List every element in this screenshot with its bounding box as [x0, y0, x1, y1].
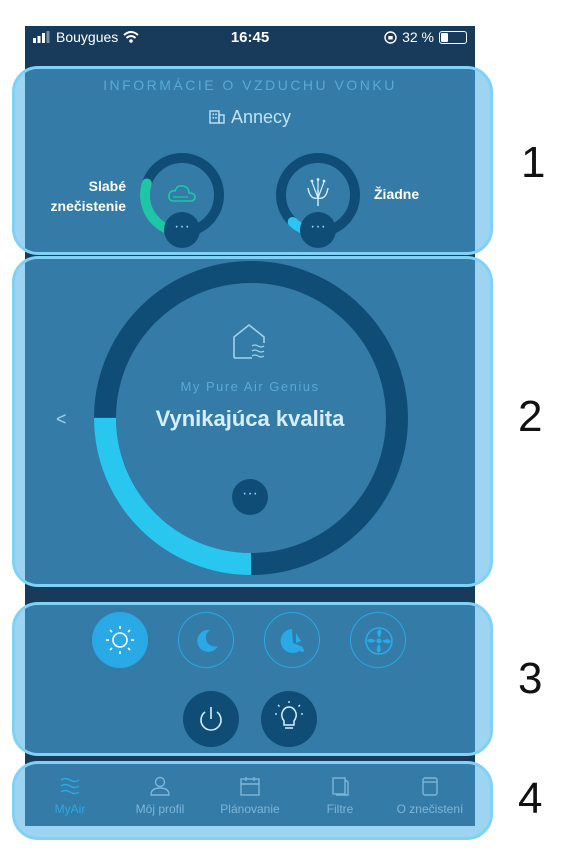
pollution-more-button[interactable]: ···	[164, 212, 200, 248]
nav-pollution-info[interactable]: O znečistení	[385, 776, 475, 816]
outdoor-air-title: INFORMÁCIE O VZDUCHU VONKU	[103, 77, 397, 93]
device-more-button[interactable]: ···	[232, 479, 268, 515]
day-mode-button[interactable]	[92, 612, 148, 668]
section-number-4: 4	[518, 774, 543, 823]
light-button[interactable]	[261, 691, 317, 747]
pollen-more-button[interactable]: ···	[300, 212, 336, 248]
nav-label: MyAir	[54, 802, 86, 816]
pollution-label-line2: znečistenie	[50, 198, 126, 214]
nav-label: O znečistení	[396, 802, 464, 816]
nav-label: Môj profil	[135, 802, 185, 816]
nav-myair[interactable]: MyAir	[25, 776, 115, 816]
fan-icon	[365, 627, 393, 655]
pollution-label-line1: Slabé	[88, 178, 126, 194]
nav-label: Plánovanie	[220, 802, 280, 816]
moon-icon	[197, 629, 218, 652]
filter-icon	[332, 777, 349, 796]
power-button[interactable]	[183, 691, 239, 747]
nav-profile[interactable]: Môj profil	[115, 776, 205, 816]
nav-filters[interactable]: Filtre	[295, 776, 385, 816]
city-row[interactable]: Annecy	[25, 107, 475, 128]
section-number-3: 3	[518, 654, 543, 703]
pollen-mode-icon	[280, 629, 304, 653]
person-icon	[150, 776, 170, 796]
status-bar: Bouygues 16:45 32 %	[25, 26, 475, 52]
pollution-label: Slabé znečistenie	[46, 176, 126, 216]
city-name: Annecy	[230, 107, 292, 127]
waves-icon	[60, 777, 80, 795]
battery-icon	[439, 30, 467, 44]
info-page-icon	[422, 777, 438, 796]
nav-planning[interactable]: Plánovanie	[205, 776, 295, 816]
house-air-icon	[233, 323, 265, 359]
section-3-mode-controls	[12, 602, 493, 756]
fan-mode-button[interactable]	[350, 612, 406, 668]
power-icon	[200, 707, 222, 731]
rotation-lock-icon	[384, 30, 397, 44]
building-icon	[209, 110, 225, 124]
nav-label: Filtre	[326, 802, 354, 816]
air-quality-status: Vynikajúca kvalita	[155, 406, 345, 431]
calendar-icon	[240, 777, 260, 796]
allergy-mode-button[interactable]	[264, 612, 320, 668]
section-number-2: 2	[518, 392, 543, 441]
bulb-icon	[275, 701, 303, 729]
pollen-label: Žiadne	[374, 186, 420, 202]
section-number-1: 1	[521, 138, 546, 187]
device-name: My Pure Air Genius	[180, 379, 320, 394]
night-mode-button[interactable]	[178, 612, 234, 668]
battery-percent: 32 %	[402, 29, 434, 45]
pollen-flower-icon	[307, 178, 329, 206]
cloud-icon	[168, 185, 196, 202]
sun-icon	[106, 626, 134, 654]
section-1-outdoor-info	[12, 66, 493, 255]
